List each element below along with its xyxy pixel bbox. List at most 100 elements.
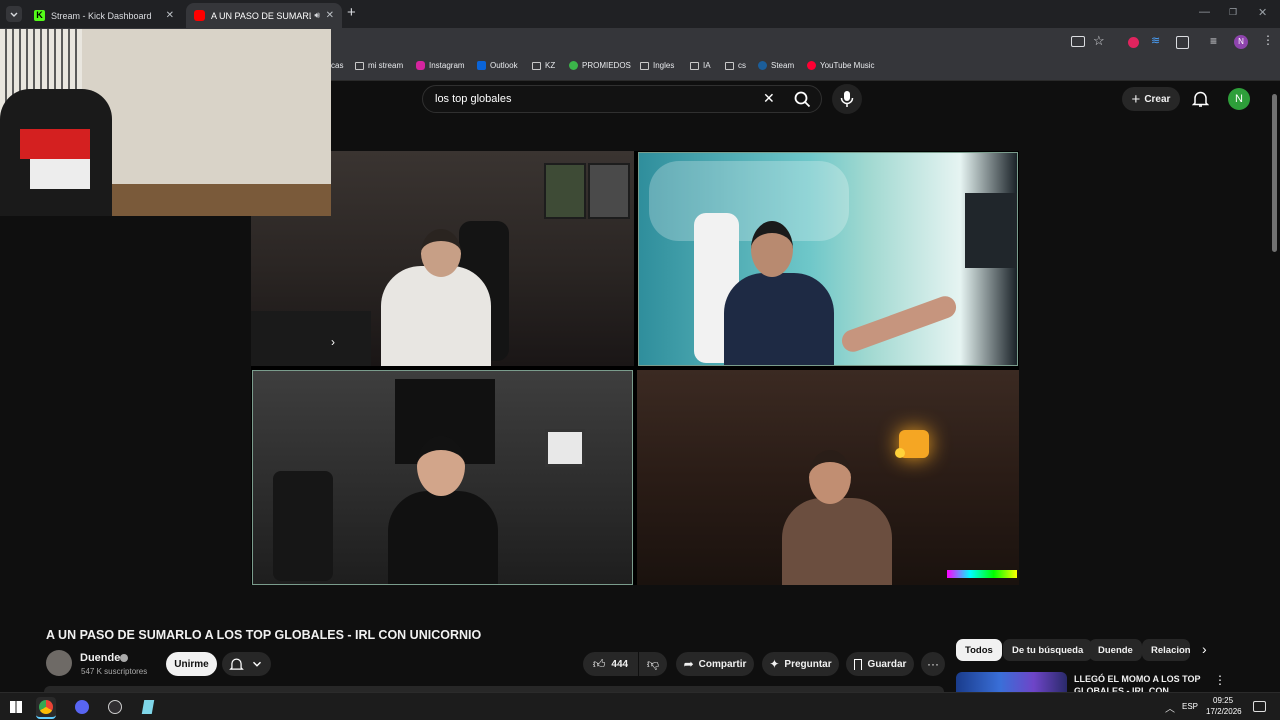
recommendation-title-line1[interactable]: LLEGÓ EL MOMO A LOS TOP [1074,674,1201,684]
windows-taskbar: ︿ ESP 09:25 17/2/2026 [0,692,1280,720]
desk [251,311,371,366]
bookmark-item[interactable]: IA [690,61,711,70]
windows-start-icon[interactable] [10,701,22,713]
chevron-down-icon [253,661,261,667]
verified-badge-icon [120,654,128,662]
chip-relacionados[interactable]: Relacion [1142,639,1190,661]
outlook-icon [477,61,486,70]
channel-name[interactable]: Duende [80,652,120,664]
menu-kebab-icon[interactable]: ⋮ [1262,33,1274,47]
tab-youtube-video[interactable]: A UN PASO DE SUMARLO A 🔊︎ ✕ [186,3,342,28]
chip-de-tu-busqueda[interactable]: De tu búsqueda [1003,639,1093,661]
new-tab-button[interactable]: + [347,4,356,21]
streamer-figure [724,273,834,365]
wall-poster [544,163,586,219]
bookmark-item[interactable]: Steam [758,61,794,70]
discord-logo-icon [75,700,89,714]
bookmark-item[interactable]: cas [331,61,343,70]
discord-taskbar-icon[interactable] [72,697,92,717]
thumbs-down-icon: 👎︎ [646,656,660,671]
page-scrollbar[interactable] [1272,94,1277,252]
chrome-taskbar-icon[interactable] [36,697,56,719]
lamp [895,448,905,458]
streamer-figure [388,491,498,584]
tab-title: Stream - Kick Dashboard [51,10,152,21]
close-tab-icon[interactable]: ✕ [166,10,174,21]
extension-audio-icon[interactable]: ≋ [1151,34,1160,47]
tab-search-button[interactable] [6,6,22,22]
bell-icon [229,658,244,670]
search-button[interactable] [786,85,820,113]
folder-icon [640,61,649,70]
browser-tab-strip: K Stream - Kick Dashboard ✕ A UN PASO DE… [0,0,1280,28]
minimize-icon[interactable]: — [1199,6,1210,18]
recommendation-more-icon[interactable]: ⋮ [1214,673,1226,687]
profile-avatar[interactable]: N [1234,35,1248,49]
video-player[interactable]: › [251,151,1019,585]
sparkle-icon: ✦ [769,657,780,671]
search-box[interactable]: los top globales [422,85,822,113]
chip-duende[interactable]: Duende [1089,639,1142,661]
notification-bell-dropdown[interactable] [222,652,271,676]
bookmark-star-icon[interactable]: ☆ [1093,33,1105,49]
ask-button[interactable]: ✦ Preguntar [762,652,839,676]
wall [82,29,331,184]
join-button[interactable]: Unirme [166,652,217,676]
notifications-button[interactable] [1191,90,1210,113]
dislike-button[interactable]: 👎︎ [639,652,667,676]
extension-red-icon[interactable] [1128,37,1139,48]
close-tab-icon[interactable]: ✕ [326,10,334,21]
clock-time[interactable]: 09:25 [1213,696,1233,705]
folder-icon [690,61,699,70]
youtube-favicon-icon [194,10,205,21]
chevron-down-icon [10,12,18,17]
bookmark-item[interactable]: cs [725,61,746,70]
instagram-icon [416,61,425,70]
language-indicator[interactable]: ESP [1182,702,1198,711]
app-taskbar-icon[interactable] [138,697,158,717]
player-next-arrow-icon[interactable]: › [331,335,335,349]
account-avatar[interactable]: N [1228,88,1250,110]
share-button[interactable]: ➦ Compartir [676,652,754,676]
clear-search-icon[interactable]: ✕ [763,90,775,107]
bookmark-item[interactable]: Ingles [640,61,674,70]
webcam-overlay [0,29,331,216]
voice-search-button[interactable] [832,84,862,114]
tab-kick-dashboard[interactable]: K Stream - Kick Dashboard ✕ [26,3,182,28]
chip-todos[interactable]: Todos [956,639,1002,661]
channel-avatar[interactable] [46,650,72,676]
reading-list-icon[interactable]: ≡ [1210,34,1217,48]
recommendation-thumbnail[interactable] [956,672,1067,692]
notification-center-icon[interactable] [1253,701,1266,712]
speaker-icon[interactable]: 🔊︎ [314,10,320,21]
create-button[interactable]: + Crear [1122,87,1180,111]
extensions-puzzle-icon[interactable] [1176,36,1189,49]
obs-taskbar-icon[interactable] [105,697,125,717]
stream-tile-top-right [638,152,1018,366]
chips-next-icon[interactable]: › [1202,641,1207,657]
bookmark-item[interactable]: Instagram [416,61,465,70]
stream-tile-bottom-left [252,370,633,585]
youtube-music-icon [807,61,816,70]
wall-poster [588,163,630,219]
save-button[interactable]: Guardar [846,652,914,676]
clock-date[interactable]: 17/2/2026 [1206,707,1242,716]
restore-icon[interactable]: ❐ [1229,7,1237,18]
bookmark-item[interactable]: PROMIEDOS [569,61,631,70]
install-app-icon[interactable] [1071,36,1085,47]
bookmark-item[interactable]: KZ [532,61,555,70]
bookmark-item[interactable]: mi stream [355,61,403,70]
search-input[interactable]: los top globales [435,93,511,105]
like-button[interactable]: 👍︎ 444 [583,652,638,676]
bookmark-item[interactable]: YouTube Music [807,61,875,70]
streamer-head [421,229,461,277]
more-actions-button[interactable]: ··· [921,652,945,676]
bookmark-item[interactable]: Outlook [477,61,518,70]
steam-icon [758,61,767,70]
video-title: A UN PASO DE SUMARLO A LOS TOP GLOBALES … [46,628,482,642]
monitor [965,193,1017,268]
folder-icon [725,61,734,70]
microphone-icon [840,91,854,107]
close-window-icon[interactable]: ✕ [1258,6,1267,19]
tray-chevron-up-icon[interactable]: ︿ [1165,700,1175,715]
